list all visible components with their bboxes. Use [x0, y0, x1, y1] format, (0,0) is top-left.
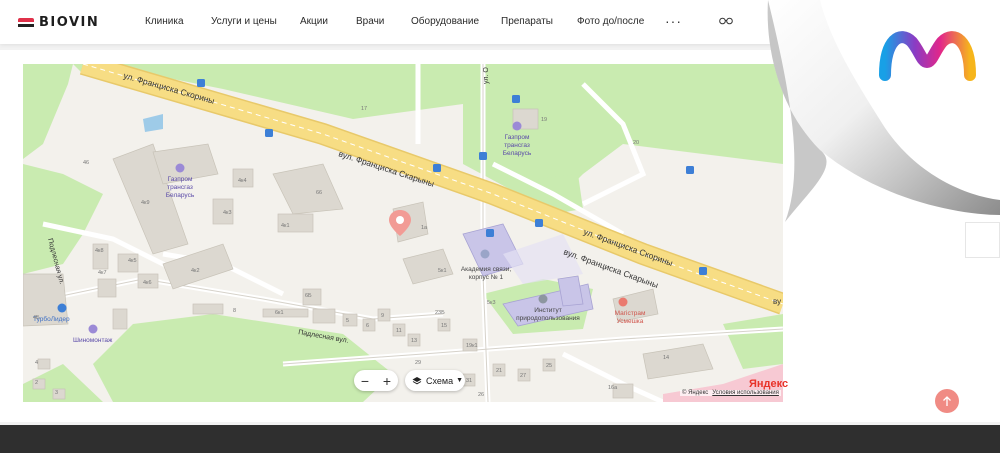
logo-text: BIOVIN: [39, 15, 100, 30]
poi-icon-academy: [480, 249, 490, 259]
zoom-control: − +: [354, 370, 398, 391]
poi-icon-gazprom: [512, 121, 522, 131]
poi-icon-beauty: [618, 297, 628, 307]
svg-text:4: 4: [35, 360, 38, 366]
svg-text:26: 26: [478, 392, 484, 398]
building: [112, 308, 128, 330]
svg-text:6к1: 6к1: [275, 310, 284, 316]
svg-text:4к7: 4к7: [98, 270, 107, 276]
glasses-icon[interactable]: [719, 16, 733, 25]
building: [37, 358, 51, 370]
svg-text:13: 13: [411, 338, 417, 344]
copyright-text: © Яндекс: [682, 390, 709, 396]
nav-item-promotions[interactable]: Акции: [300, 16, 328, 27]
logo[interactable]: BIOVIN: [18, 15, 99, 30]
layers-icon: [412, 376, 422, 384]
poi-label: Шиномонтаж: [73, 337, 113, 344]
svg-text:46: 46: [83, 160, 89, 166]
poi-label: Институт: [534, 307, 561, 314]
svg-text:4к8: 4к8: [95, 248, 104, 254]
poi-label: Беларусь: [503, 150, 532, 157]
building: [312, 308, 336, 324]
svg-text:4к3: 4к3: [223, 210, 232, 216]
yandex-map[interactable]: ул. Франциска Скорины вул. Франциска Ска…: [23, 64, 783, 402]
poi-label: природопользования: [516, 315, 580, 322]
yandex-logo-text: Яндекс: [749, 378, 789, 390]
svg-text:14: 14: [663, 355, 669, 361]
nav-item-services[interactable]: Услуги и цены: [211, 16, 277, 27]
site-footer: [0, 425, 1000, 453]
svg-text:3: 3: [55, 390, 58, 396]
poi-label: Усмешка: [617, 318, 644, 325]
svg-text:5: 5: [346, 318, 349, 324]
nav-item-before-after[interactable]: Фото до/после: [577, 16, 644, 27]
svg-text:6: 6: [366, 323, 369, 329]
layers-label: Схема: [426, 375, 454, 386]
svg-text:20: 20: [633, 140, 639, 146]
more-menu-button[interactable]: ···: [665, 13, 682, 29]
yandex-logo[interactable]: Яндекс: [749, 378, 788, 390]
svg-text:9: 9: [381, 313, 384, 319]
svg-text:16а: 16а: [608, 385, 618, 391]
svg-text:4Б: 4Б: [33, 315, 40, 321]
zoom-out-button[interactable]: −: [361, 373, 369, 389]
svg-text:4к5: 4к5: [128, 258, 137, 264]
svg-text:23Б: 23Б: [435, 310, 445, 316]
street-label: ул. О: [483, 67, 490, 84]
poi-icon-gazprom: [175, 163, 185, 173]
zoom-in-button[interactable]: +: [383, 373, 391, 389]
building: [262, 308, 309, 318]
svg-text:66: 66: [316, 190, 322, 196]
page-curl-overlay[interactable]: [760, 0, 1000, 230]
poi-label: Беларусь: [166, 192, 195, 199]
svg-text:25: 25: [546, 363, 552, 369]
scroll-top-button[interactable]: [935, 389, 959, 413]
svg-text:1а: 1а: [421, 225, 428, 231]
svg-text:4к6: 4к6: [143, 280, 152, 286]
svg-text:29: 29: [415, 360, 421, 366]
svg-text:2: 2: [35, 380, 38, 386]
svg-text:5к1: 5к1: [438, 268, 447, 274]
poi-label: Газпром: [505, 134, 530, 141]
svg-text:17: 17: [361, 106, 367, 112]
poi-icon-turbolider: [57, 303, 67, 313]
svg-text:31: 31: [466, 378, 472, 384]
poi-label: Магістрам: [615, 309, 646, 317]
svg-text:4к4: 4к4: [238, 178, 247, 184]
svg-text:15: 15: [441, 323, 447, 329]
svg-text:27: 27: [520, 373, 526, 379]
logo-mark-icon: [18, 17, 34, 28]
svg-text:6Б: 6Б: [305, 293, 312, 299]
svg-text:21: 21: [496, 368, 502, 374]
poi-icon-institute: [538, 294, 548, 304]
svg-text:5к3: 5к3: [487, 300, 496, 306]
poi-label: трансгаз: [167, 184, 193, 191]
poi-label: трансгаз: [504, 142, 530, 149]
map-copyright: © Яндекс Условия использования: [680, 390, 781, 396]
terms-link[interactable]: Условия использования: [712, 390, 779, 396]
poi-icon-tire: [88, 324, 98, 334]
street-label: ву: [773, 297, 781, 306]
nav-item-clinic[interactable]: Клиника: [145, 16, 184, 27]
svg-text:4к2: 4к2: [191, 268, 200, 274]
svg-text:4к1: 4к1: [281, 223, 290, 229]
nav-item-equipment[interactable]: Оборудование: [411, 16, 479, 27]
svg-text:11: 11: [396, 328, 402, 334]
nav-item-preparations[interactable]: Препараты: [501, 16, 553, 27]
arrow-up-icon: [943, 396, 951, 406]
svg-text:8: 8: [233, 308, 236, 314]
poi-label: Академия связи,: [461, 266, 512, 273]
page: BIOVIN Клиника Услуги и цены Акции Врачи…: [0, 0, 1000, 453]
svg-text:4к9: 4к9: [141, 200, 150, 206]
svg-text:19: 19: [541, 117, 547, 123]
building: [192, 303, 224, 315]
poi-label: корпус № 1: [469, 274, 504, 281]
chevron-down-icon: ▼: [456, 377, 464, 384]
building: [97, 278, 117, 298]
map-canvas[interactable]: ул. Франциска Скорины вул. Франциска Ска…: [23, 64, 783, 402]
layers-button[interactable]: Схема ▼: [405, 370, 465, 391]
svg-text:19к1: 19к1: [466, 343, 478, 349]
poi-label: Газпром: [168, 176, 193, 183]
nav-item-doctors[interactable]: Врачи: [356, 16, 384, 27]
